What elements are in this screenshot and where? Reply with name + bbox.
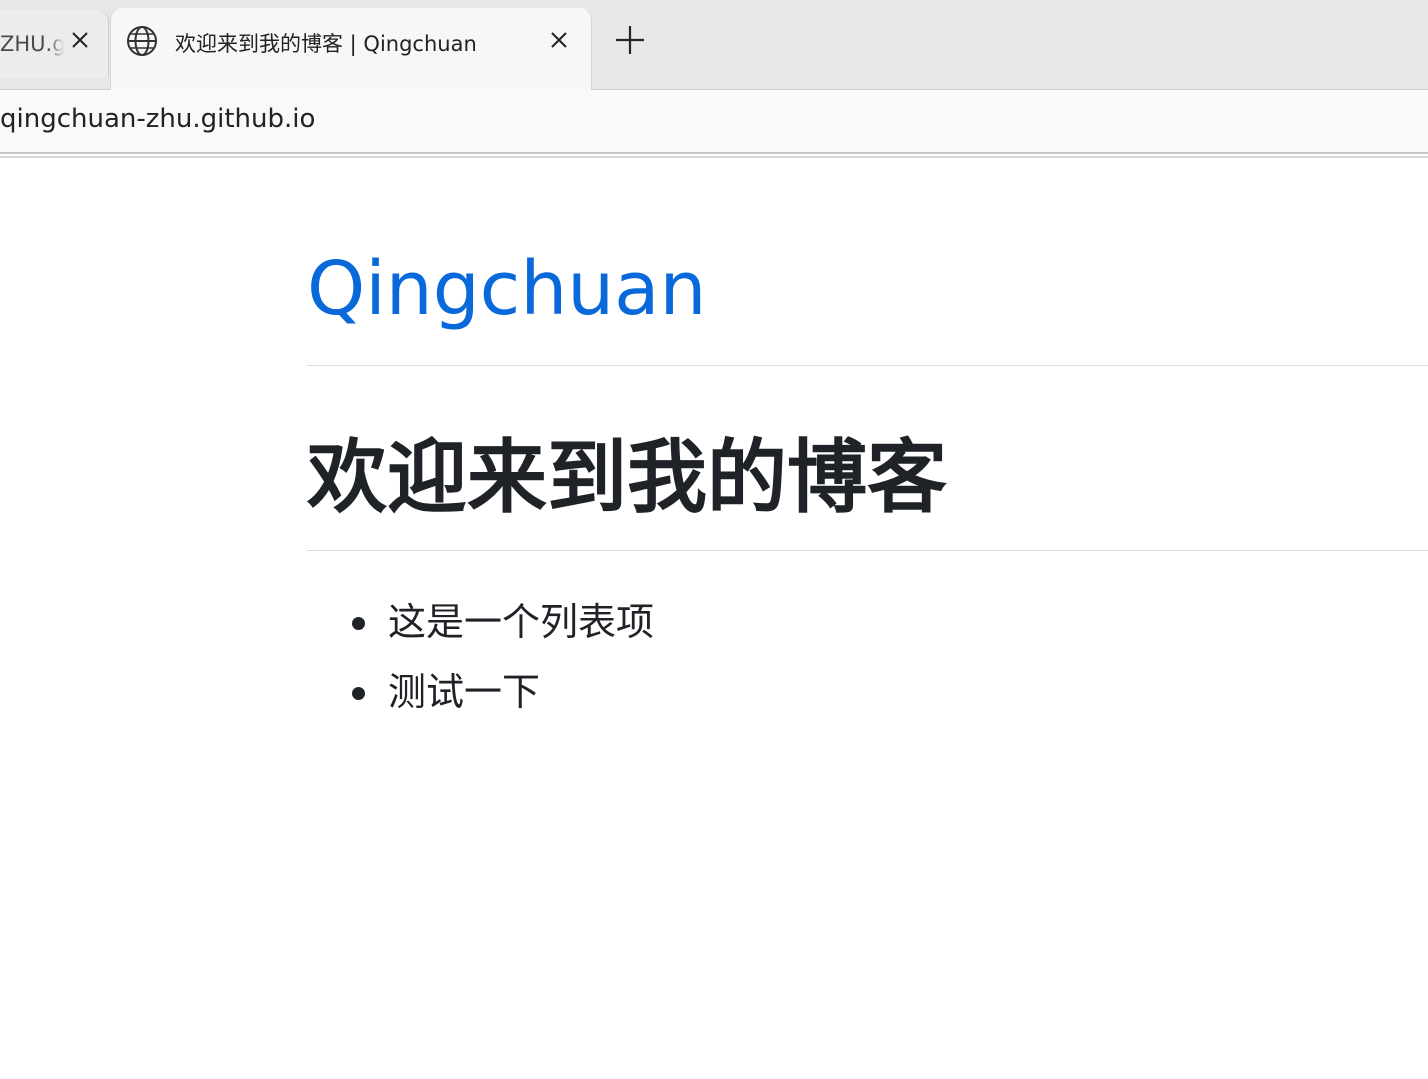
tab-active-title: 欢迎来到我的博客 | Qingchuan xyxy=(175,32,477,56)
list-item: 测试一下 xyxy=(307,664,654,734)
globe-icon xyxy=(125,24,159,58)
bullet-icon xyxy=(352,687,365,700)
list-item: 这是一个列表项 xyxy=(307,594,654,664)
bullet-icon xyxy=(352,617,365,630)
tab-previous-title: ZHU.github.io xyxy=(0,32,64,56)
tab-strip: ZHU.github.io 欢迎来到我的博客 | Qingchuan xyxy=(0,0,1428,90)
list-item-text: 测试一下 xyxy=(388,670,541,714)
site-title-link[interactable]: Qingchuan xyxy=(307,252,706,326)
bullet-list: 这是一个列表项 测试一下 xyxy=(307,594,654,734)
close-icon[interactable] xyxy=(545,26,573,54)
heading-divider xyxy=(307,550,1428,551)
list-item-text: 这是一个列表项 xyxy=(388,600,655,644)
tab-active[interactable]: 欢迎来到我的博客 | Qingchuan xyxy=(110,8,592,90)
address-bar[interactable]: qingchuan-zhu.github.io xyxy=(0,90,1428,154)
plus-icon[interactable] xyxy=(610,20,650,60)
tab-previous[interactable]: ZHU.github.io xyxy=(0,10,109,78)
page-heading: 欢迎来到我的博客 xyxy=(307,431,947,524)
url-text[interactable]: qingchuan-zhu.github.io xyxy=(0,104,315,134)
toolbar-divider xyxy=(0,156,1428,158)
close-icon[interactable] xyxy=(66,26,94,54)
header-divider xyxy=(307,365,1428,366)
